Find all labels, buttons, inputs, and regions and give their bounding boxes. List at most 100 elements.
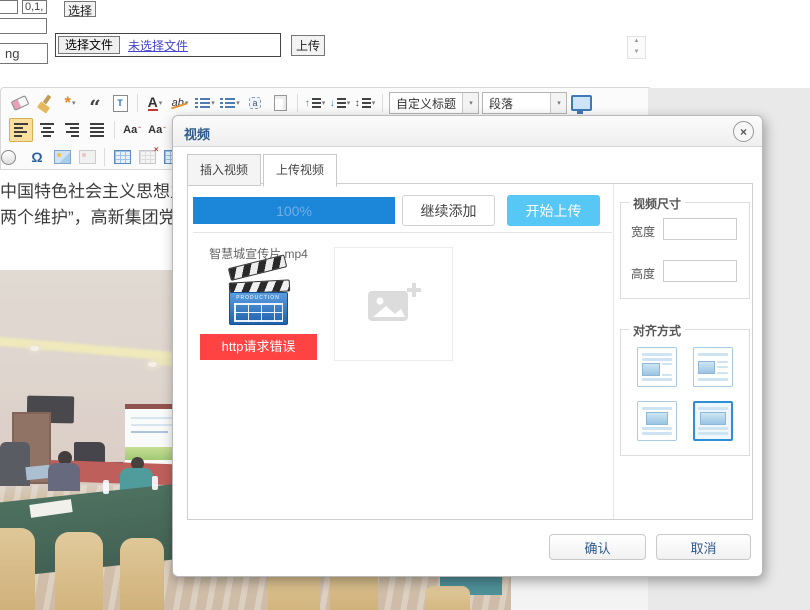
autotypeset-icon[interactable]: *▾ — [59, 92, 81, 114]
special-char-icon[interactable]: Ω — [26, 146, 48, 168]
caret-down-icon: ▾ — [372, 99, 376, 107]
continue-add-button[interactable]: 继续添加 — [402, 195, 495, 226]
case-glyph: Aa — [123, 124, 137, 136]
align-line — [642, 407, 672, 410]
close-icon[interactable]: × — [733, 121, 754, 142]
height-input[interactable] — [663, 260, 737, 282]
align-center-icon[interactable] — [36, 119, 58, 141]
stepper-down-icon[interactable]: ▼ — [628, 48, 645, 59]
delete-table-icon[interactable]: × — [136, 146, 158, 168]
lowercase-icon[interactable]: Aaˇ — [146, 119, 168, 141]
partial-input[interactable] — [0, 0, 18, 14]
cancel-button[interactable]: 取消 — [656, 534, 751, 560]
eraser-shape — [11, 95, 30, 111]
monitor-shape — [571, 95, 592, 111]
caret-down-icon: ▾ — [322, 99, 326, 107]
paste-shape: T — [113, 95, 128, 112]
heading-combobox[interactable]: 自定义标题 ▾ — [389, 92, 479, 114]
blockquote-icon[interactable]: “ — [84, 92, 106, 114]
align-bars-shape — [40, 123, 54, 137]
align-line — [642, 378, 672, 381]
screenshot-icon[interactable] — [51, 146, 73, 168]
align-bars-shape — [14, 123, 28, 137]
add-image-icon — [366, 281, 422, 327]
ng-input[interactable] — [0, 43, 48, 64]
fullscreen-icon[interactable] — [570, 92, 592, 114]
align-image-row — [698, 361, 728, 374]
align-image-thumb — [698, 361, 715, 374]
lines-shape — [362, 98, 371, 109]
width-input[interactable] — [663, 218, 737, 240]
anchor-icon[interactable]: a — [244, 92, 266, 114]
align-line — [698, 378, 728, 381]
combo-caret-button[interactable]: ▾ — [550, 93, 566, 113]
arrow-down-glyph: ↓ — [330, 98, 335, 109]
caret-down-icon: ▾ — [72, 99, 76, 107]
toolbar-separator — [297, 94, 298, 112]
align-line — [642, 432, 672, 435]
caret-down-icon: ▾ — [469, 99, 473, 107]
align-left-icon[interactable] — [9, 118, 33, 142]
insert-table-icon[interactable] — [111, 146, 133, 168]
dialog-header[interactable]: 视频 × — [173, 116, 762, 147]
list-marker-shape — [195, 98, 198, 109]
circle-icon[interactable] — [1, 146, 23, 168]
align-line — [698, 432, 728, 435]
font-color-glyph: A — [148, 96, 158, 111]
no-file-selected-text: 未选择文件 — [128, 37, 188, 54]
new-page-icon[interactable] — [269, 92, 291, 114]
align-line — [698, 427, 728, 430]
line-height-icon[interactable]: ↕▾ — [354, 92, 376, 114]
align-option-left-icon[interactable] — [637, 347, 677, 387]
highlight-icon[interactable]: ab▾ — [169, 92, 191, 114]
case-down-mark: ˇ — [163, 126, 166, 135]
unordered-list-icon[interactable]: ▾ — [219, 92, 241, 114]
start-upload-button[interactable]: 开始上传 — [507, 195, 600, 226]
add-file-placeholder[interactable] — [334, 247, 453, 361]
coords-input[interactable] — [22, 0, 47, 14]
arrow-up-glyph: ↑ — [305, 98, 310, 109]
photo-gray-shape — [79, 150, 96, 164]
font-color-icon[interactable]: A▾ — [144, 92, 166, 114]
toolbar-row-3: Ω × T — [1, 145, 183, 169]
choose-file-button[interactable]: 选择文件 — [58, 36, 120, 54]
toolbar-separator — [382, 94, 383, 112]
align-right-icon[interactable] — [61, 119, 83, 141]
anchor-glyph: a — [249, 97, 260, 109]
upload-button[interactable]: 上传 — [291, 35, 325, 56]
paragraph-spacing-top-icon[interactable]: ↑▾ — [304, 92, 326, 114]
caret-down-icon: ▾ — [347, 99, 351, 107]
format-painter-icon[interactable] — [34, 92, 56, 114]
select-button[interactable]: 选择 — [64, 1, 96, 17]
eraser-icon[interactable] — [9, 92, 31, 114]
heading-combobox-value: 自定义标题 — [390, 95, 462, 112]
empty-input[interactable] — [0, 18, 47, 34]
paragraph-combobox[interactable]: 段落 ▾ — [482, 92, 567, 114]
tab-insert-video[interactable]: 插入视频 — [187, 154, 261, 186]
combo-caret-button[interactable]: ▾ — [462, 93, 478, 113]
ordered-list-icon[interactable]: ▾ — [194, 92, 216, 114]
word-image-icon[interactable] — [76, 146, 98, 168]
photo-shape — [54, 150, 71, 164]
align-option-right-icon[interactable] — [693, 347, 733, 387]
list-lines-shape — [225, 98, 235, 109]
number-stepper: ▲ ▼ — [627, 36, 646, 59]
list-lines-shape — [200, 98, 210, 109]
align-line — [698, 353, 728, 356]
uploaded-file-item[interactable]: 智慧城宣传片.mp4 PRODUCTION http请求错误 — [200, 246, 317, 360]
align-bars-shape — [90, 123, 104, 137]
align-side-lines — [717, 361, 729, 374]
align-option-center-icon[interactable] — [637, 401, 677, 441]
uppercase-icon[interactable]: Aaˆ — [121, 119, 143, 141]
tab-upload-video[interactable]: 上传视频 — [263, 154, 337, 187]
toolbar-separator — [137, 94, 138, 112]
confirm-button[interactable]: 确认 — [549, 534, 646, 560]
paragraph-spacing-bottom-icon[interactable]: ↓▾ — [329, 92, 351, 114]
stepper-up-icon[interactable]: ▲ — [628, 37, 645, 48]
align-justify-icon[interactable] — [86, 119, 108, 141]
video-dialog: 视频 × 插入视频 上传视频 100% 继续添加 开始上传 智慧城宣传片.mp4 — [172, 115, 763, 577]
omega-glyph: Ω — [31, 149, 42, 165]
video-size-fieldset: 视频尺寸 宽度 高度 — [620, 202, 750, 299]
paste-plain-icon[interactable]: T — [109, 92, 131, 114]
align-option-block-icon-selected[interactable] — [693, 401, 733, 441]
